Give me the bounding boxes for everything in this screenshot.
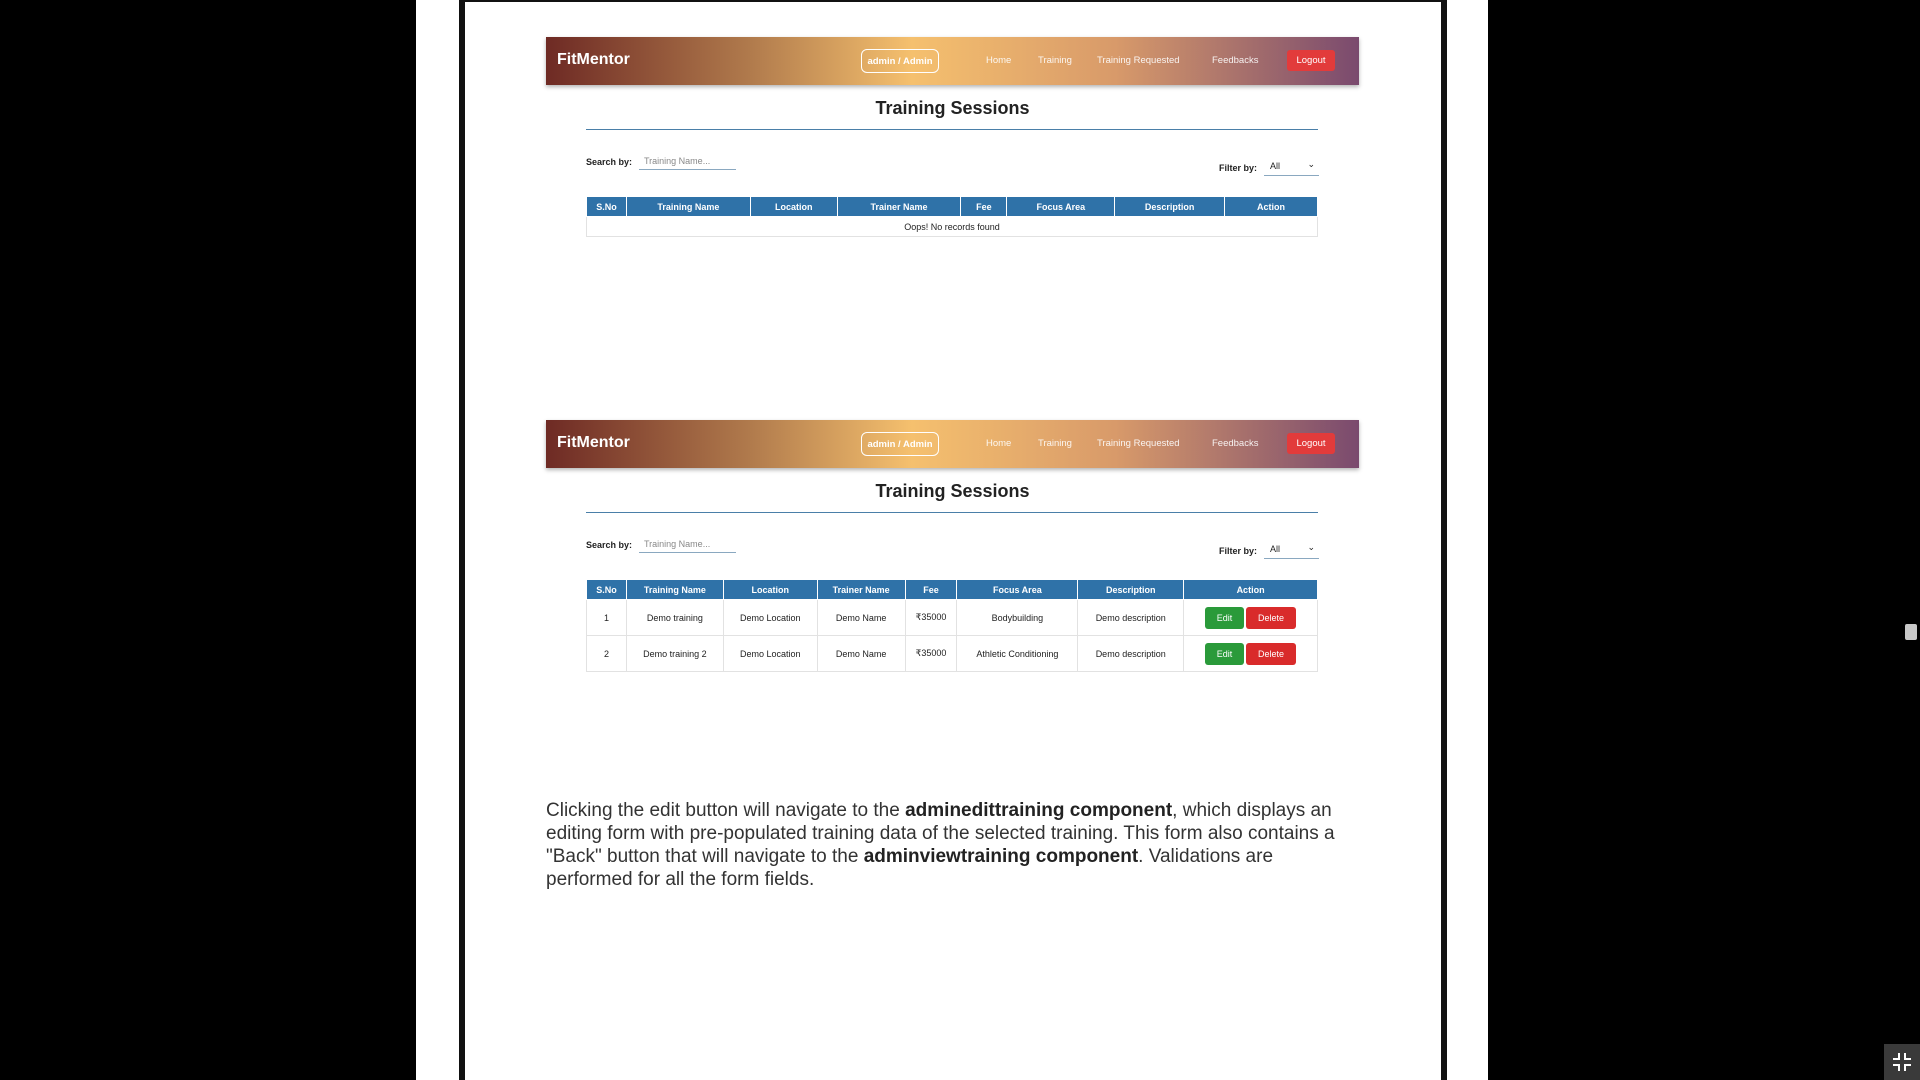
cell-action: Edit Delete — [1183, 599, 1318, 636]
cell-description: Demo description — [1077, 635, 1185, 672]
nav-training-requested[interactable]: Training Requested — [1097, 438, 1180, 449]
col-location: Location — [749, 196, 838, 217]
col-description: Description — [1077, 579, 1185, 600]
nav-home[interactable]: Home — [986, 55, 1011, 66]
search-input[interactable]: Training Name... — [639, 152, 736, 170]
search-label: Search by: — [586, 157, 633, 167]
col-description: Description — [1114, 196, 1226, 217]
title-divider — [586, 129, 1318, 130]
brand-logo: FitMentor — [557, 51, 630, 68]
page-title: Training Sessions — [875, 481, 1030, 501]
para-text-1: Clicking the edit button will navigate t… — [546, 800, 906, 821]
filter-select[interactable]: All ⌄ — [1264, 539, 1319, 559]
chevron-down-icon: ⌄ — [1307, 159, 1315, 169]
nav-training[interactable]: Training — [1038, 438, 1072, 449]
exit-fullscreen-icon[interactable] — [1884, 1044, 1920, 1080]
col-sno: S.No — [586, 196, 627, 217]
para-bold-1: adminedittraining component — [905, 800, 1173, 821]
screenshot-with-records: FitMentor admin / Admin Home Training Tr… — [546, 420, 1359, 680]
logout-button[interactable]: Logout — [1287, 50, 1335, 71]
screenshot-empty-state: FitMentor admin / Admin Home Training Tr… — [546, 37, 1359, 247]
cell-fee: ₹35000 — [904, 599, 958, 636]
col-trainer-name: Trainer Name — [836, 196, 962, 217]
col-training-name: Training Name — [625, 196, 751, 217]
col-focus-area: Focus Area — [1006, 196, 1116, 217]
training-table: S.No Training Name Location Trainer Name… — [586, 196, 1318, 237]
filter-label: Filter by: — [1219, 163, 1258, 173]
description-paragraph: Clicking the edit button will navigate t… — [546, 799, 1346, 891]
cell-fee: ₹35000 — [904, 635, 958, 672]
navbar: FitMentor admin / Admin Home Training Tr… — [546, 37, 1359, 85]
scrollbar-thumb[interactable] — [1905, 624, 1917, 640]
brand-logo: FitMentor — [557, 434, 630, 451]
col-location: Location — [722, 579, 818, 600]
nav-feedbacks[interactable]: Feedbacks — [1212, 438, 1258, 449]
title-divider — [586, 512, 1318, 513]
filter-label: Filter by: — [1219, 546, 1258, 556]
search-label: Search by: — [586, 540, 633, 550]
cell-location: Demo Location — [722, 635, 818, 672]
document-viewer: FitMentor admin / Admin Home Training Tr… — [0, 0, 1920, 1080]
edit-button[interactable]: Edit — [1205, 606, 1245, 629]
cell-training-name: Demo training 2 — [625, 635, 724, 672]
table-row: Oops! No records found — [586, 216, 1318, 237]
nav-training-requested[interactable]: Training Requested — [1097, 55, 1180, 66]
cell-action: Edit Delete — [1183, 635, 1318, 672]
table-header-row: S.No Training Name Location Trainer Name… — [586, 196, 1318, 217]
col-fee: Fee — [904, 579, 958, 600]
col-focus-area: Focus Area — [956, 579, 1079, 600]
filter-value: All — [1270, 160, 1281, 171]
cell-trainer-name: Demo Name — [816, 599, 906, 636]
filter-value: All — [1270, 543, 1281, 554]
navbar: FitMentor admin / Admin Home Training Tr… — [546, 420, 1359, 468]
col-sno: S.No — [586, 579, 627, 600]
table-row: 2 Demo training 2 Demo Location Demo Nam… — [586, 635, 1318, 672]
para-bold-2: adminviewtraining component — [863, 846, 1139, 867]
page-title: Training Sessions — [875, 98, 1030, 118]
search-input[interactable]: Training Name... — [639, 535, 736, 553]
col-action: Action — [1183, 579, 1318, 600]
col-fee: Fee — [960, 196, 1008, 217]
logout-button[interactable]: Logout — [1287, 433, 1335, 454]
cell-focus-area: Athletic Conditioning — [956, 635, 1079, 672]
col-action: Action — [1224, 196, 1318, 217]
col-training-name: Training Name — [625, 579, 724, 600]
delete-button[interactable]: Delete — [1246, 606, 1297, 629]
role-badge: admin / Admin — [861, 432, 939, 456]
cell-location: Demo Location — [722, 599, 818, 636]
edit-button[interactable]: Edit — [1205, 642, 1245, 665]
delete-button[interactable]: Delete — [1246, 642, 1297, 665]
col-trainer-name: Trainer Name — [816, 579, 906, 600]
filter-select[interactable]: All ⌄ — [1264, 156, 1319, 176]
nav-training[interactable]: Training — [1038, 55, 1072, 66]
role-badge: admin / Admin — [861, 49, 939, 73]
nav-home[interactable]: Home — [986, 438, 1011, 449]
cell-training-name: Demo training — [625, 599, 724, 636]
empty-message: Oops! No records found — [586, 216, 1318, 237]
table-header-row: S.No Training Name Location Trainer Name… — [586, 579, 1318, 600]
cell-description: Demo description — [1077, 599, 1185, 636]
nav-feedbacks[interactable]: Feedbacks — [1212, 55, 1258, 66]
table-row: 1 Demo training Demo Location Demo Name … — [586, 599, 1318, 636]
cell-trainer-name: Demo Name — [816, 635, 906, 672]
chevron-down-icon: ⌄ — [1307, 542, 1315, 552]
training-table: S.No Training Name Location Trainer Name… — [586, 579, 1318, 672]
cell-sno: 1 — [586, 599, 627, 636]
cell-sno: 2 — [586, 635, 627, 672]
cell-focus-area: Bodybuilding — [956, 599, 1079, 636]
